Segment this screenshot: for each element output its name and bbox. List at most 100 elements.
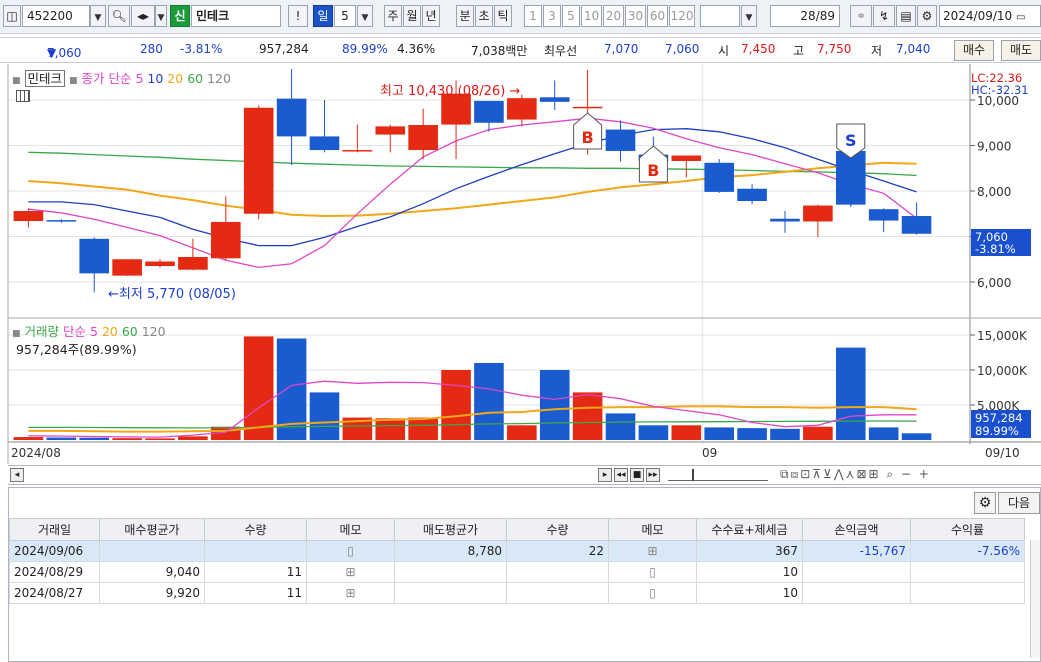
code-dropdown-button[interactable]: ▼: [90, 5, 106, 27]
table-row[interactable]: 2024/09/06 ▯ 8,780 22 ⊞ 367 -15,767 -7.5…: [9, 540, 1025, 562]
best-quote-label: 최우선: [544, 44, 578, 58]
memo-add-icon[interactable]: ⊞: [608, 540, 697, 562]
period-count-input[interactable]: 5: [334, 5, 356, 27]
col-buy-memo[interactable]: 메모: [306, 518, 395, 541]
col-fee[interactable]: 수수료+제세금: [696, 518, 803, 541]
gear-icon[interactable]: ⚙: [917, 5, 937, 27]
cell-sell-qty: [506, 561, 609, 583]
chart-menu-icon[interactable]: ◫: [3, 5, 21, 27]
date-input[interactable]: 2024/09/10 ▭: [939, 5, 1041, 27]
minute-option-120[interactable]: 120: [669, 5, 695, 27]
col-trade-date[interactable]: 거래일: [9, 518, 100, 541]
table-toggle-icon[interactable]: [16, 90, 30, 102]
memo-empty-icon[interactable]: ▯: [306, 540, 395, 562]
cursor-icon[interactable]: ↯: [873, 5, 895, 27]
memo-add-icon[interactable]: ⊞: [306, 582, 395, 604]
col-rate[interactable]: 수익률: [910, 518, 1025, 541]
date-axis-end: 09/10: [985, 446, 1020, 460]
jump-last-icon[interactable]: ▸▸: [646, 468, 660, 482]
cell-buy-qty: 11: [204, 582, 307, 604]
period-second-button[interactable]: 초: [475, 5, 493, 27]
legend-volume-title[interactable]: 거래량: [25, 324, 60, 339]
zoom-slider[interactable]: [668, 469, 768, 481]
link-icon[interactable]: ⚭: [850, 5, 872, 27]
stop-icon[interactable]: ■: [630, 468, 644, 482]
save-icon[interactable]: ▤: [896, 5, 916, 27]
volume-bar: [539, 370, 570, 440]
sound-dropdown-button[interactable]: ▼: [155, 5, 167, 27]
trade-table-header: 거래일 매수평균가 수량 메모 매도평균가 수량 메모 수수료+제세금 손익금액…: [9, 518, 1025, 541]
table-row[interactable]: 2024/08/27 9,920 11 ⊞ ▯ 10: [9, 582, 1025, 604]
memo-empty-icon[interactable]: ▯: [608, 582, 697, 604]
col-buy-avg[interactable]: 매수평균가: [99, 518, 205, 541]
minute-option-10[interactable]: 10: [581, 5, 602, 27]
col-pnl[interactable]: 손익금액: [802, 518, 911, 541]
scroll-left-icon[interactable]: ◂: [10, 468, 24, 482]
zoom-slider-handle[interactable]: [692, 469, 694, 481]
sound-icon[interactable]: ◂▸: [131, 5, 155, 27]
period-tick-button[interactable]: 틱: [494, 5, 512, 27]
sell-button[interactable]: 매도: [1001, 40, 1041, 61]
legend-vol-ma5: 5: [90, 324, 98, 339]
period-year-button[interactable]: 년: [422, 5, 440, 27]
period-week-button[interactable]: 주: [384, 5, 402, 27]
minute-option-30[interactable]: 30: [625, 5, 646, 27]
stock-name-field[interactable]: 민테크: [191, 5, 281, 27]
candle-body: [868, 209, 899, 221]
col-sell-qty[interactable]: 수량: [506, 518, 609, 541]
panel-settings-icon[interactable]: ⚙: [974, 492, 996, 514]
cell-sell-qty: 22: [506, 540, 609, 562]
candle-body: [507, 98, 537, 120]
legend-vol-ma120: 120: [141, 324, 166, 339]
drawing-tools[interactable]: ⧉⧈⊡⊼⊻⋀⋏⊠⊞ ⌕ − +: [780, 467, 931, 482]
stock-code-input[interactable]: 452200: [22, 5, 90, 27]
period-count-dropdown[interactable]: ▼: [357, 5, 373, 27]
period-day-button[interactable]: 일: [313, 5, 333, 27]
cell-date: 2024/08/29: [9, 561, 100, 583]
col-sell-avg[interactable]: 매도평균가: [394, 518, 507, 541]
memo-empty-icon[interactable]: ▯: [608, 561, 697, 583]
candle-body: [46, 220, 77, 222]
volume-bar: [309, 392, 340, 440]
minute-option-20[interactable]: 20: [603, 5, 624, 27]
minute-option-60[interactable]: 60: [647, 5, 668, 27]
volume-bar: [243, 336, 274, 440]
col-sell-memo[interactable]: 메모: [608, 518, 697, 541]
volume-bar: [441, 370, 471, 440]
buy-button[interactable]: 매수: [954, 40, 994, 61]
next-button[interactable]: 다음: [998, 492, 1040, 514]
table-row[interactable]: 2024/08/29 9,040 11 ⊞ ▯ 10: [9, 561, 1025, 583]
jump-first-icon[interactable]: ◂◂: [614, 468, 628, 482]
cell-buy-avg: [99, 540, 205, 562]
volume-legend: ■ 거래량 단순 5 20 60 120: [12, 321, 166, 340]
period-minute-button[interactable]: 분: [456, 5, 474, 27]
custom-period-input[interactable]: [700, 5, 740, 27]
legend-volume-ma-label[interactable]: 단순: [63, 324, 86, 339]
table-scrollbar[interactable]: [1030, 540, 1040, 658]
buy-signal-marker-label: B: [582, 128, 594, 147]
custom-period-dropdown[interactable]: ▼: [741, 5, 757, 27]
period-month-button[interactable]: 월: [403, 5, 421, 27]
candlestick-chart[interactable]: BBS 10,0009,0008,0007,0006,00015,000K10,…: [0, 64, 1041, 464]
chart-scrollbar[interactable]: ◂ ▸ ◂◂ ■ ▸▸ ⧉⧈⊡⊼⊻⋀⋏⊠⊞ ⌕ − +: [8, 465, 1041, 485]
page-counter: 28/89: [770, 5, 840, 27]
minute-option-1[interactable]: 1: [524, 5, 542, 27]
search-icon[interactable]: 🔍︎: [108, 5, 130, 27]
volume-bar: [835, 347, 866, 440]
volume-bar: [803, 426, 833, 440]
volume-bar: [474, 363, 504, 440]
sell-signal-marker-label: S: [845, 131, 857, 150]
candle-body: [408, 125, 438, 151]
volume-bar: [507, 425, 537, 440]
alert-button[interactable]: !: [288, 5, 308, 27]
current-volume-tag-pct: 89.99%: [975, 424, 1019, 438]
best-ask: 7,070: [604, 42, 639, 56]
scroll-right-icon[interactable]: ▸: [598, 468, 612, 482]
legend-stock-name[interactable]: 민테크: [24, 70, 66, 87]
date-axis-start: 2024/08: [11, 446, 61, 460]
col-buy-qty[interactable]: 수량: [204, 518, 307, 541]
minute-option-3[interactable]: 3: [543, 5, 561, 27]
minute-option-5[interactable]: 5: [562, 5, 580, 27]
memo-add-icon[interactable]: ⊞: [306, 561, 395, 583]
legend-ma-label[interactable]: 종가 단순: [82, 71, 132, 86]
